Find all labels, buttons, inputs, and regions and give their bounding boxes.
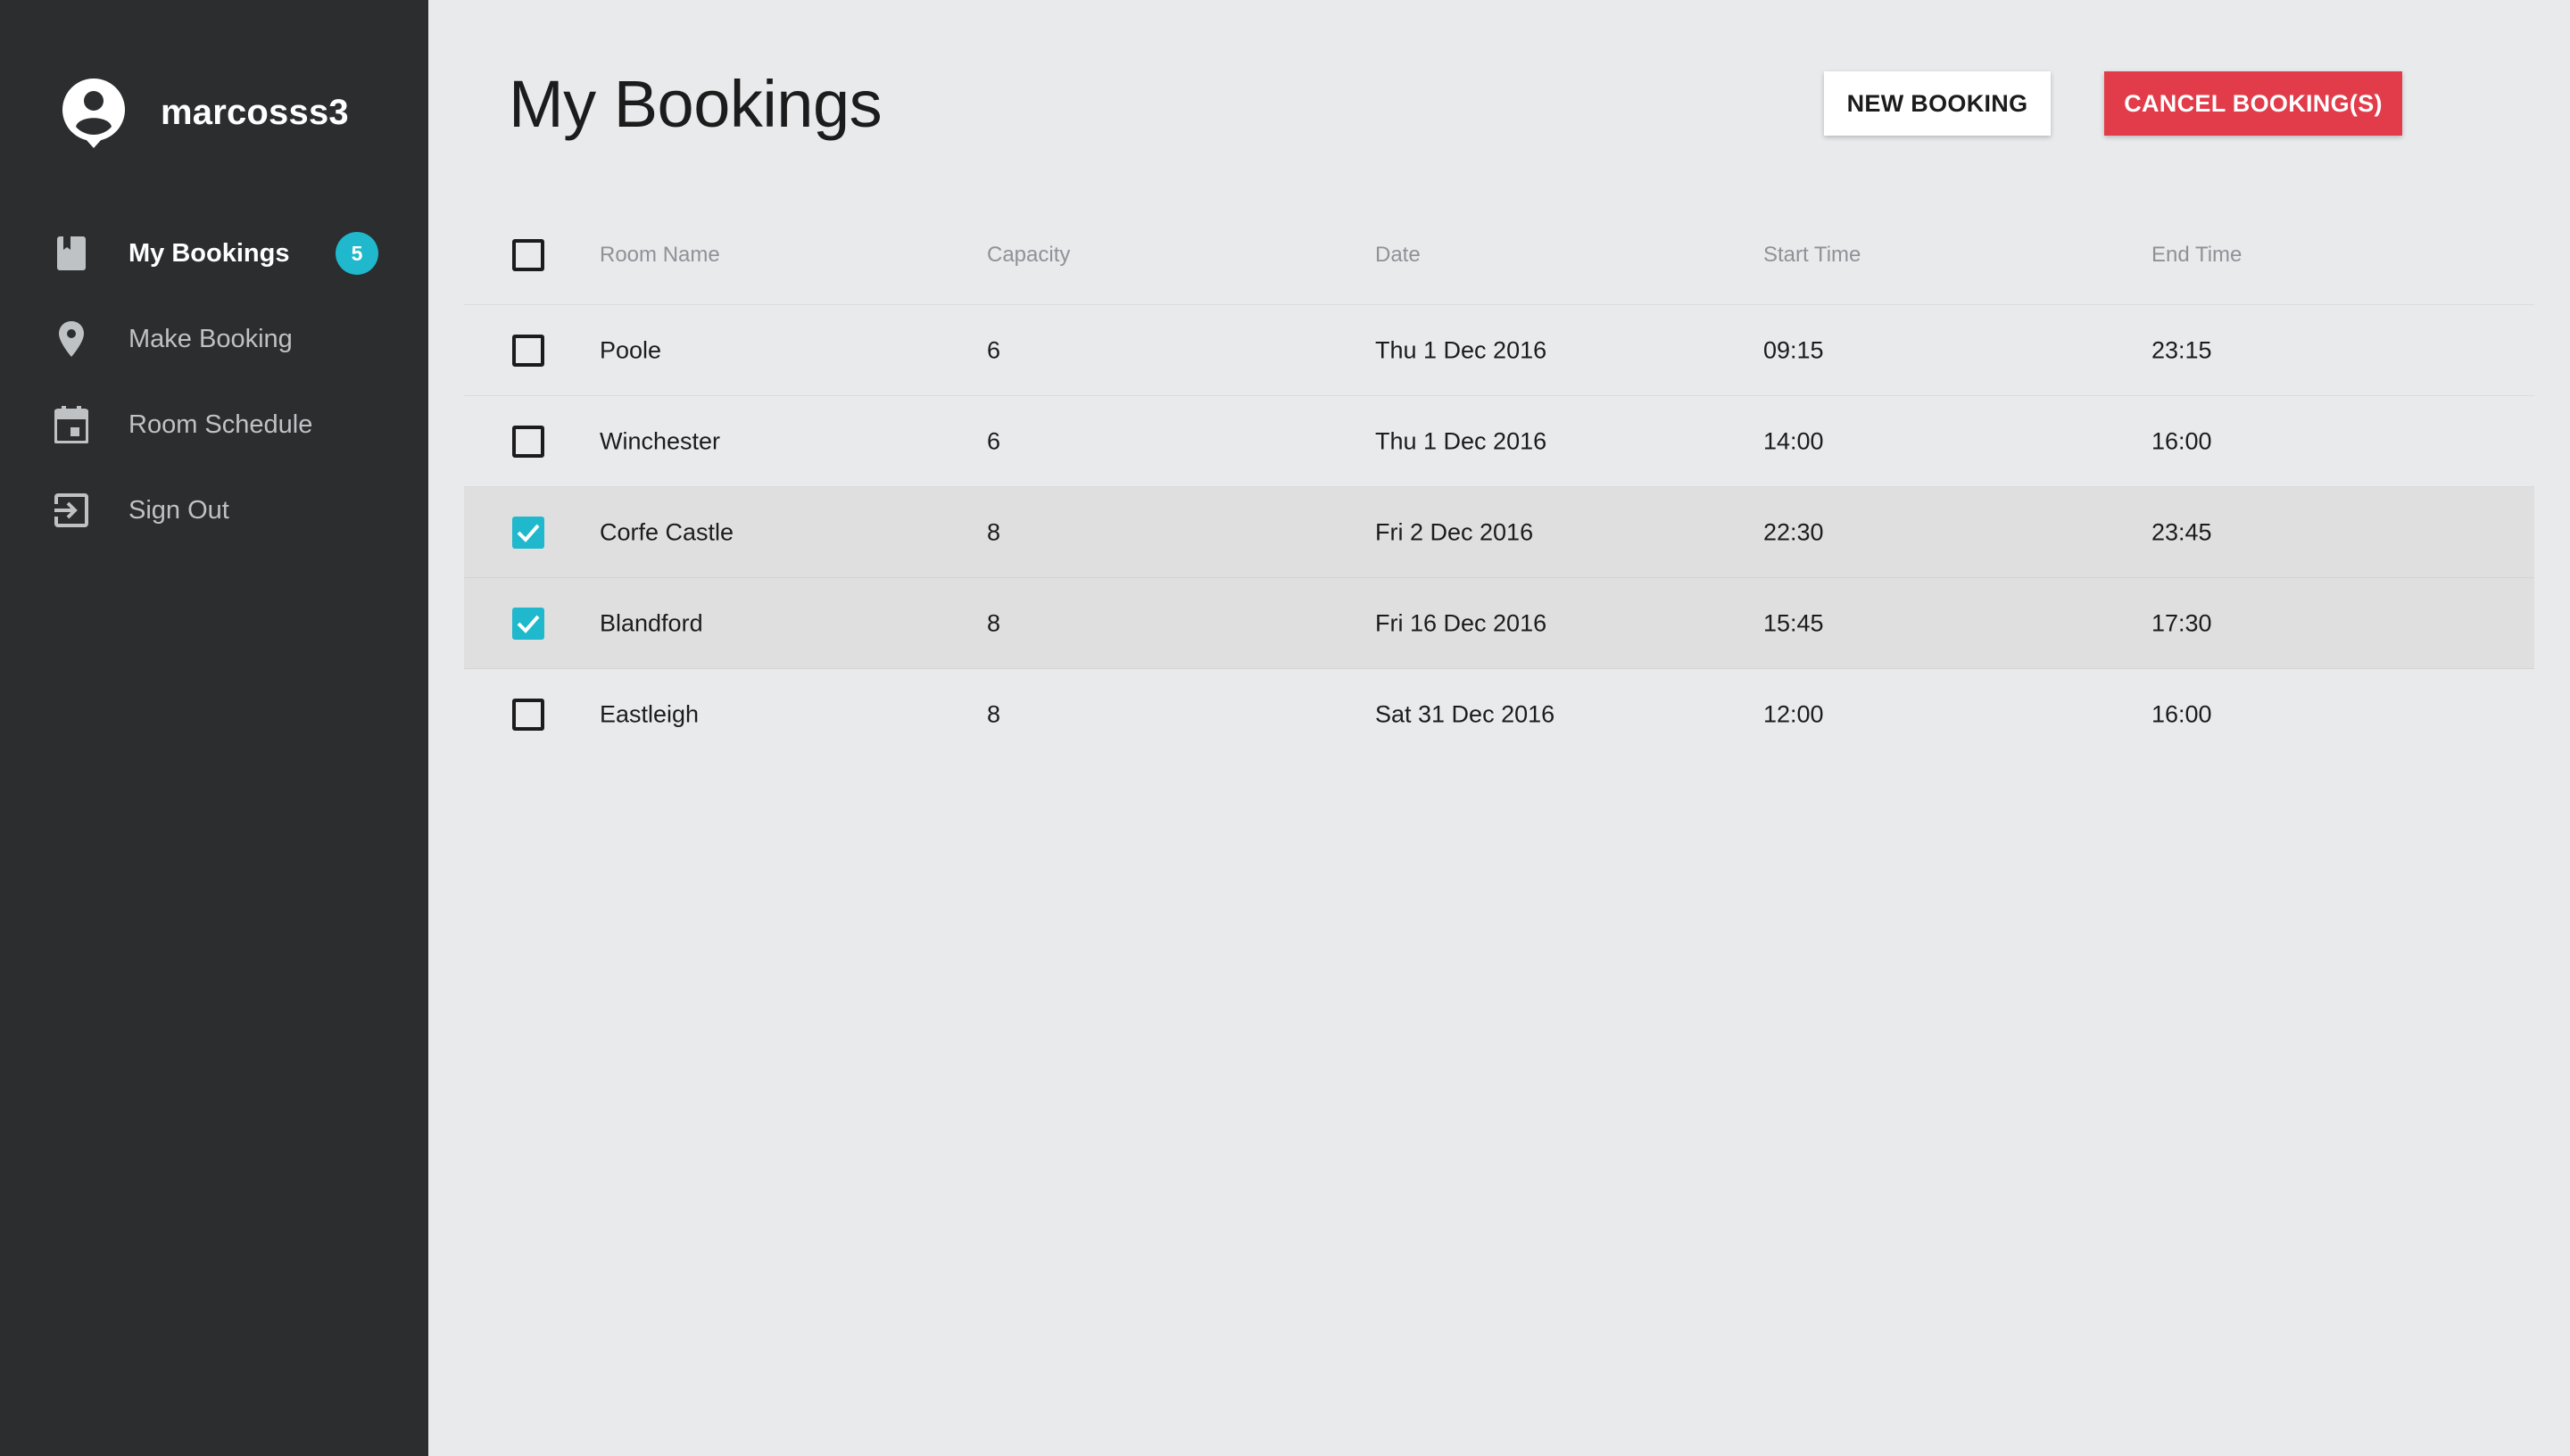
check-icon [517,615,540,633]
new-booking-button[interactable]: NEW BOOKING [1824,71,2051,136]
user-profile: marcosss3 [61,77,349,148]
table-row[interactable]: Corfe Castle 8 Fri 2 Dec 2016 22:30 23:4… [464,487,2534,578]
map-pin-icon [54,319,89,359]
date-cell: Fri 16 Dec 2016 [1375,609,1547,636]
column-header-start-time[interactable]: Start Time [1763,243,1861,268]
page-title: My Bookings [509,67,883,141]
table-row[interactable]: Winchester 6 Thu 1 Dec 2016 14:00 16:00 [464,396,2534,487]
sidebar-item-make-booking[interactable]: Make Booking [0,296,428,382]
account-circle-icon [62,79,125,148]
date-cell: Fri 2 Dec 2016 [1375,518,1534,545]
cancel-bookings-button[interactable]: CANCEL BOOKING(S) [2104,71,2402,136]
end-time-cell: 23:45 [2151,518,2212,545]
capacity-cell: 6 [987,427,1001,454]
row-checkbox[interactable] [512,516,544,549]
column-header-room-name[interactable]: Room Name [600,243,720,268]
table-header-row: Room Name Capacity Date Start Time End T… [464,205,2534,305]
room-name-cell: Eastleigh [600,700,700,728]
sidebar: marcosss3 My Bookings 5 Make Booking Roo… [0,0,428,1456]
check-icon [517,524,540,542]
start-time-cell: 15:45 [1763,609,1824,636]
end-time-cell: 16:00 [2151,427,2212,454]
start-time-cell: 12:00 [1763,700,1824,728]
username: marcosss3 [161,92,349,132]
column-header-capacity[interactable]: Capacity [987,243,1070,268]
end-time-cell: 17:30 [2151,609,2212,636]
sidebar-item-my-bookings[interactable]: My Bookings 5 [0,211,428,296]
start-time-cell: 09:15 [1763,336,1824,363]
column-header-end-time[interactable]: End Time [2151,243,2242,268]
bookings-table: Room Name Capacity Date Start Time End T… [464,205,2534,760]
sidebar-nav: My Bookings 5 Make Booking Room Schedule… [0,211,428,553]
room-name-cell: Blandford [600,609,703,636]
end-time-cell: 23:15 [2151,336,2212,363]
sign-out-icon [54,491,89,530]
sidebar-item-label: My Bookings [128,238,290,268]
sidebar-item-sign-out[interactable]: Sign Out [0,467,428,553]
room-name-cell: Winchester [600,427,721,454]
main-content: My Bookings NEW BOOKING CANCEL BOOKING(S… [428,0,2570,1456]
start-time-cell: 22:30 [1763,518,1824,545]
date-cell: Sat 31 Dec 2016 [1375,700,1555,728]
date-cell: Thu 1 Dec 2016 [1375,427,1547,454]
book-icon [54,234,89,273]
app-root: marcosss3 My Bookings 5 Make Booking Roo… [0,0,2570,1456]
room-name-cell: Corfe Castle [600,518,734,545]
room-name-cell: Poole [600,336,662,363]
sidebar-item-label: Sign Out [128,495,229,525]
date-cell: Thu 1 Dec 2016 [1375,336,1547,363]
row-checkbox[interactable] [512,425,544,458]
row-checkbox[interactable] [512,607,544,640]
row-checkbox[interactable] [512,334,544,367]
sidebar-item-label: Make Booking [128,324,293,353]
column-header-date[interactable]: Date [1375,243,1421,268]
start-time-cell: 14:00 [1763,427,1824,454]
table-row[interactable]: Blandford 8 Fri 16 Dec 2016 15:45 17:30 [464,578,2534,669]
sidebar-item-room-schedule[interactable]: Room Schedule [0,382,428,467]
sidebar-item-label: Room Schedule [128,410,313,439]
bookings-count-badge: 5 [336,232,378,275]
select-all-checkbox[interactable] [512,238,544,271]
table-row[interactable]: Poole 6 Thu 1 Dec 2016 09:15 23:15 [464,305,2534,396]
capacity-cell: 6 [987,336,1001,363]
capacity-cell: 8 [987,518,1001,545]
capacity-cell: 8 [987,609,1001,636]
row-checkbox[interactable] [512,699,544,731]
calendar-icon [54,405,89,444]
end-time-cell: 16:00 [2151,700,2212,728]
table-row[interactable]: Eastleigh 8 Sat 31 Dec 2016 12:00 16:00 [464,669,2534,760]
capacity-cell: 8 [987,700,1001,728]
